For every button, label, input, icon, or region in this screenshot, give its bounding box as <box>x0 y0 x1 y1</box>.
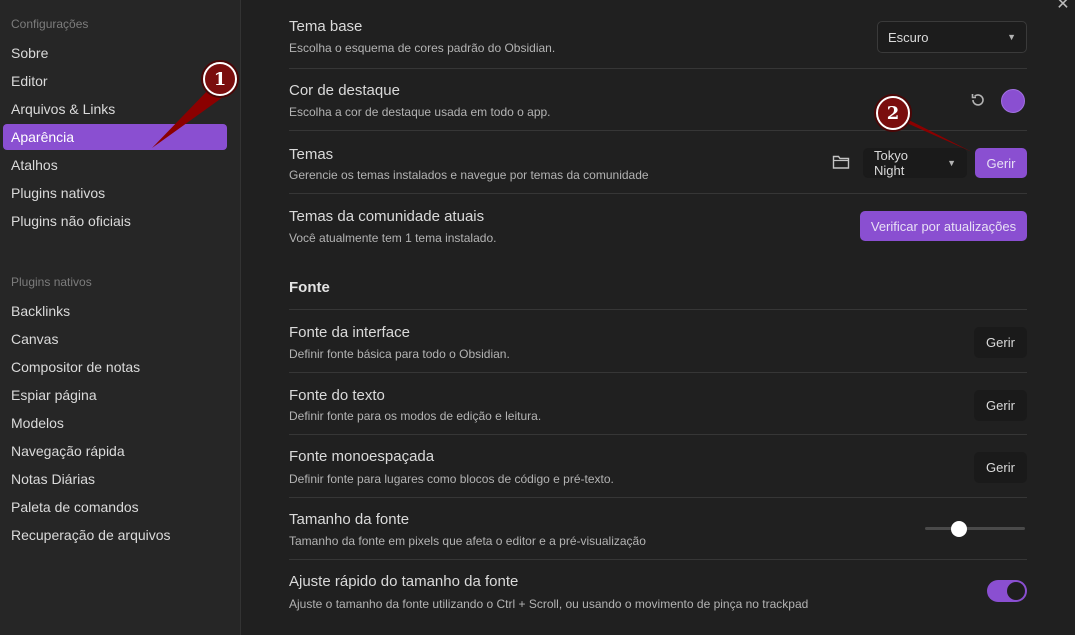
callout-badge-1: 1 <box>203 62 237 96</box>
callout-badge-2: 2 <box>876 96 910 130</box>
annotation-arrows <box>152 88 972 152</box>
arrow-1 <box>152 88 230 148</box>
